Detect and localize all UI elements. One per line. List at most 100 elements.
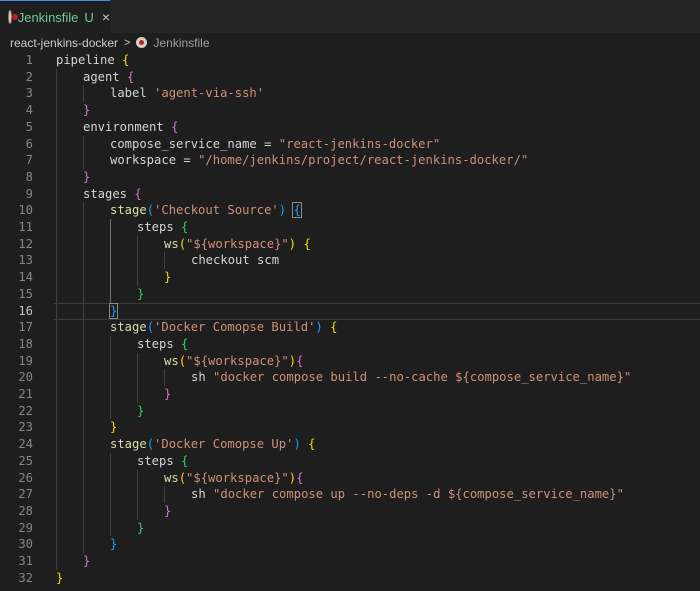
line-number: 25 (18, 453, 33, 468)
code-token: ( (146, 203, 155, 218)
code-token: label (110, 86, 155, 101)
code-token: { (308, 437, 316, 452)
code-line[interactable]: 17 stage('Docker Comopse Build') { (0, 319, 700, 336)
line-number: 6 (25, 136, 33, 151)
line-number: 8 (25, 169, 33, 184)
code-token: { (296, 353, 304, 368)
code-line[interactable]: 28} (0, 503, 700, 520)
code-text: ws("${workspace}"){ (164, 470, 303, 487)
code-token: checkout scm (191, 253, 280, 268)
code-token: workspace = (110, 153, 199, 168)
code-token: agent (83, 69, 128, 84)
code-text: } (137, 286, 144, 303)
code-token: pipeline (56, 53, 123, 67)
code-line[interactable]: 14} (0, 269, 700, 286)
code-text: agent { (83, 69, 134, 86)
code-line[interactable]: 8} (0, 169, 700, 186)
code-line[interactable]: 15} (0, 286, 700, 303)
line-number: 7 (25, 153, 33, 168)
line-number: 31 (18, 554, 33, 568)
code-text: } (110, 419, 117, 436)
code-text: label 'agent-via-ssh' (110, 85, 264, 102)
code-token: ws (164, 353, 179, 368)
line-number: 12 (18, 236, 33, 251)
code-line[interactable]: 7 workspace = "/home/jenkins/project/reac… (0, 152, 700, 169)
line-number: 28 (18, 503, 33, 518)
code-line[interactable]: 19 ws("${workspace}"){ (0, 353, 700, 370)
code-token: environment (83, 119, 172, 134)
code-token: { (181, 220, 189, 234)
code-token: { (181, 453, 189, 468)
code-line[interactable]: 1 pipeline { (0, 52, 700, 69)
code-line[interactable]: 18 steps { (0, 336, 700, 353)
code-token: 'Docker Comopse Up' (154, 437, 294, 452)
code-token: ) (293, 437, 301, 452)
line-number: 1 (25, 53, 33, 67)
code-text: } (83, 169, 90, 186)
code-token: "react-jenkins-docker" (278, 136, 441, 151)
line-number: 17 (18, 320, 33, 335)
tab-bar: Jenkinsfile U × (0, 0, 700, 33)
code-line[interactable]: 5 environment { (0, 119, 700, 136)
code-editor[interactable]: 1 pipeline {2 agent {3 label 'agent-via-ssh… (0, 52, 700, 591)
line-number: 26 (18, 470, 33, 485)
code-line[interactable]: 3 label 'agent-via-ssh' (0, 85, 700, 102)
code-text: } (164, 269, 171, 286)
code-line[interactable]: 22} (0, 403, 700, 420)
code-line[interactable]: 23} (0, 419, 700, 436)
line-number: 24 (18, 437, 33, 452)
code-token: { (330, 320, 338, 335)
breadcrumb-file[interactable]: Jenkinsfile (153, 36, 209, 50)
code-line[interactable]: 13 checkout scm (0, 252, 700, 269)
code-line[interactable]: 11 steps { (0, 219, 700, 236)
line-number: 15 (18, 286, 33, 301)
code-token: steps (137, 453, 182, 468)
code-line[interactable]: 12 ws("${workspace}") { (0, 236, 700, 253)
code-token: "${workspace}" (186, 470, 289, 485)
code-line[interactable]: 26 ws("${workspace}"){ (0, 470, 700, 487)
code-line[interactable]: 24 stage('Docker Comopse Up') { (0, 436, 700, 453)
code-token: ( (178, 470, 187, 485)
line-number: 9 (25, 186, 33, 201)
code-token: ) (288, 470, 297, 485)
code-line[interactable]: 21} (0, 386, 700, 403)
code-text: pipeline { (56, 52, 129, 69)
code-token: { (171, 119, 179, 134)
code-token: } (164, 503, 172, 518)
code-token: } (83, 103, 91, 118)
code-token: 'Checkout Source' (154, 203, 279, 218)
code-line[interactable]: 6 compose_service_name = "react-jenkins-d… (0, 136, 700, 153)
tab-jenkinsfile[interactable]: Jenkinsfile U × (0, 0, 110, 33)
code-line[interactable]: 4} (0, 102, 700, 119)
code-line[interactable]: 16} (0, 302, 700, 320)
code-line[interactable]: 31} (0, 553, 700, 570)
close-icon[interactable]: × (102, 9, 110, 25)
code-line[interactable]: 2 agent { (0, 69, 700, 86)
code-text: } (56, 570, 63, 587)
code-line[interactable]: 9 stages { (0, 186, 700, 203)
tab-filename: Jenkinsfile (17, 9, 79, 25)
code-token: } (137, 403, 145, 418)
line-number: 29 (18, 520, 33, 535)
code-text: steps { (137, 219, 188, 236)
code-text: ws("${workspace}") { (164, 236, 311, 253)
code-token: } (110, 420, 118, 435)
code-line[interactable]: 10 stage('Checkout Source') { (0, 202, 700, 219)
code-token: ( (146, 437, 155, 452)
code-line[interactable]: 30} (0, 536, 700, 553)
code-line[interactable]: 20 sh "docker compose build --no-cache ${… (0, 369, 700, 386)
line-number: 19 (18, 353, 33, 368)
line-number: 2 (25, 69, 33, 84)
code-token: sh (191, 487, 214, 502)
code-text: stages { (83, 186, 142, 203)
code-token: ) (315, 320, 323, 335)
code-line[interactable]: 27 sh "docker compose up --no-deps -d ${c… (0, 486, 700, 503)
code-text: environment { (83, 119, 178, 136)
code-token: } (137, 520, 145, 535)
code-line[interactable]: 29} (0, 520, 700, 537)
code-token: stage (110, 203, 147, 218)
code-line[interactable]: 32} (0, 570, 700, 587)
code-token: { (127, 69, 135, 84)
code-line[interactable]: 25 steps { (0, 453, 700, 470)
breadcrumb-folder[interactable]: react-jenkins-docker (10, 36, 118, 50)
